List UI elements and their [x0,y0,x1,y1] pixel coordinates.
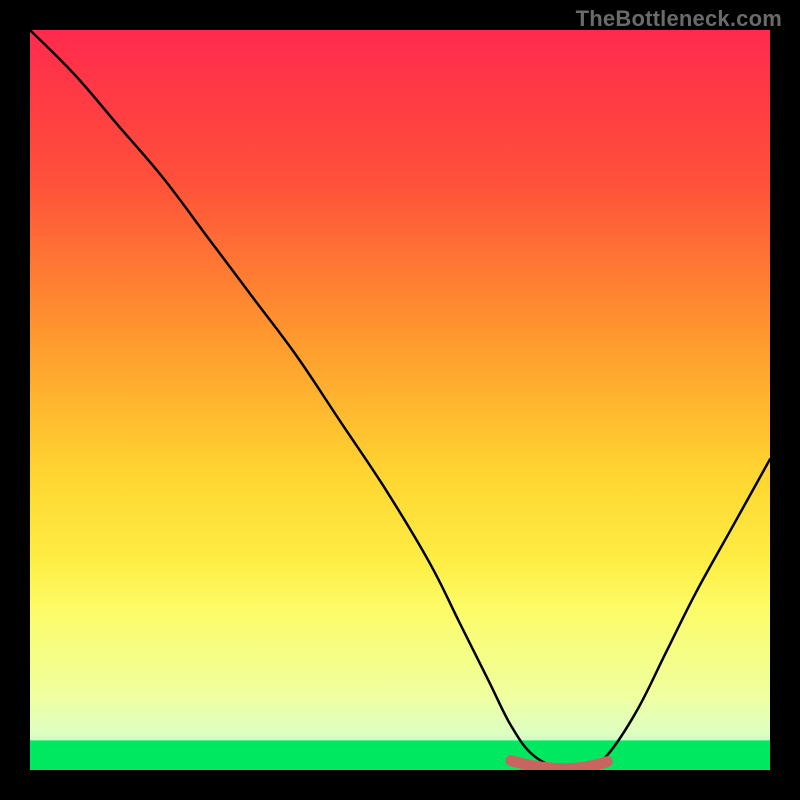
chart-frame: TheBottleneck.com [0,0,800,800]
glow-overlay [30,30,770,770]
chart-svg [30,30,770,770]
plot-canvas [30,30,770,770]
watermark-text: TheBottleneck.com [576,6,782,32]
green-band [30,740,770,770]
